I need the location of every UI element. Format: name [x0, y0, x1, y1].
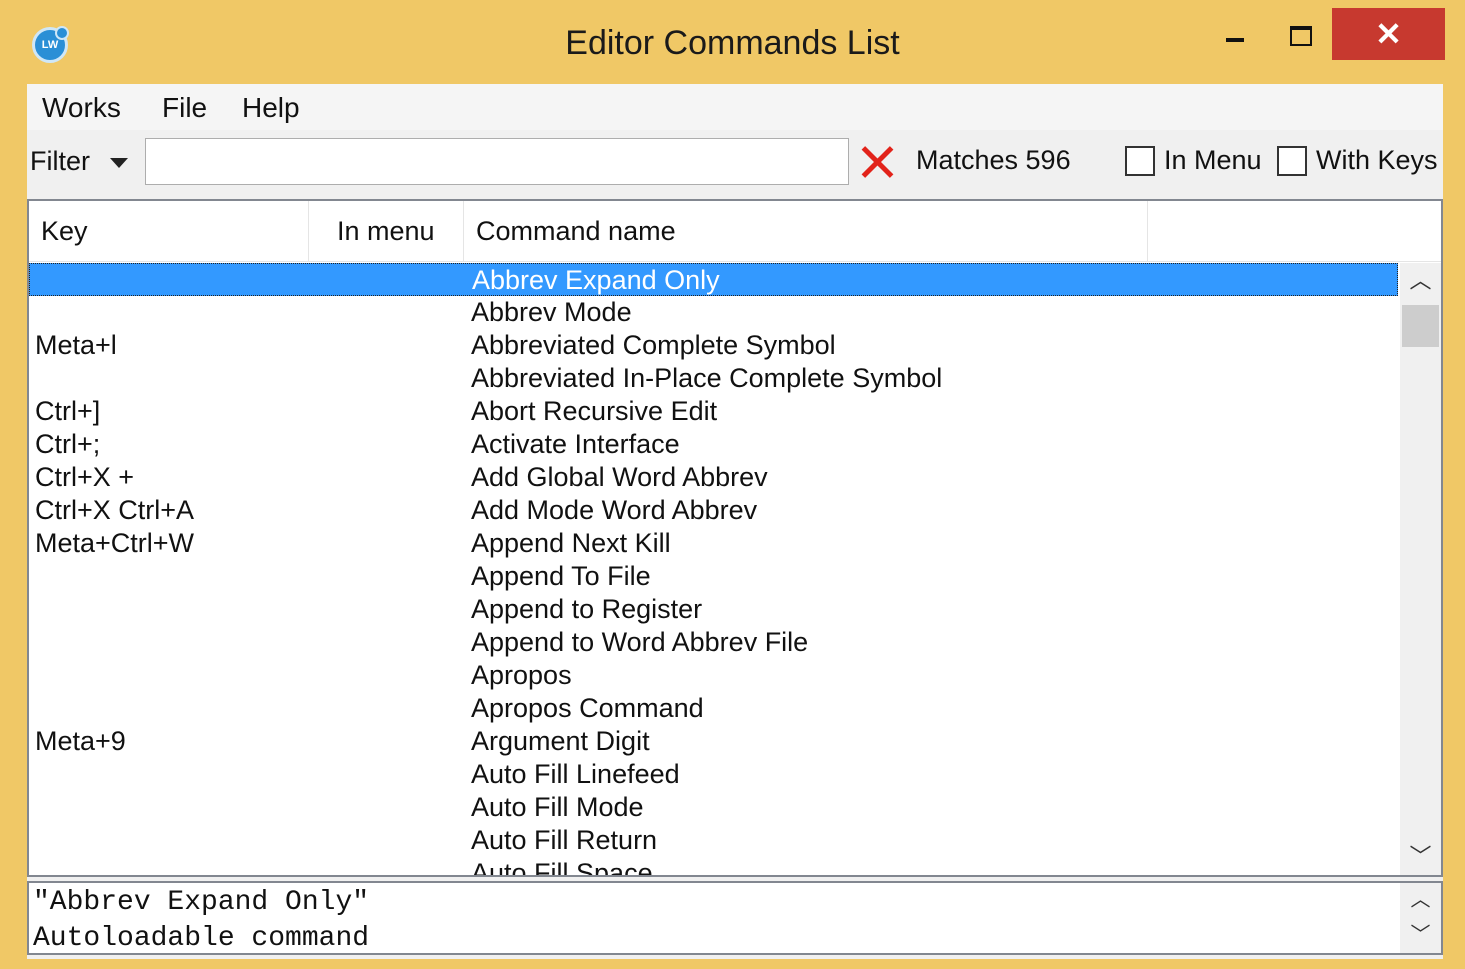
matches-count: Matches 596 [916, 145, 1071, 175]
row-command-name: Abbreviated In-Place Complete Symbol [471, 363, 943, 393]
scroll-down-icon[interactable]: ﹀ [1400, 839, 1441, 875]
description-pane[interactable]: "Abbrev Expand Only" Autoloadable comman… [27, 881, 1443, 955]
row-command-name: Abort Recursive Edit [471, 396, 718, 426]
scroll-down-icon[interactable]: ﹀ [1400, 918, 1441, 953]
row-command-name: Append To File [471, 561, 651, 591]
list-rows: Abbrev Expand Only Abbrev Mode Meta+l Abbre… [29, 263, 1400, 875]
table-row[interactable]: Meta+9 Argument Digit [29, 725, 1398, 758]
client-area: Works File Help Filter Matches 596 In Me… [27, 84, 1443, 959]
table-row[interactable]: Abbrev Expand Only [29, 263, 1398, 296]
close-button[interactable]: ✕ [1332, 8, 1445, 60]
row-command-name: Add Mode Word Abbrev [471, 495, 758, 525]
row-command-name: Apropos Command [471, 693, 704, 723]
table-row[interactable]: Apropos [29, 659, 1398, 692]
in-menu-checkbox[interactable] [1125, 146, 1155, 176]
table-row[interactable]: Append to Word Abbrev File [29, 626, 1398, 659]
row-command-name: Argument Digit [471, 726, 650, 756]
table-row[interactable]: Auto Fill Return [29, 824, 1398, 857]
row-command-name: Apropos [471, 660, 572, 690]
row-command-name: Activate Interface [471, 429, 680, 459]
filter-bar: Filter Matches 596 In Menu With Keys [27, 132, 1443, 194]
menu-bar: Works File Help [27, 84, 1443, 130]
table-row[interactable]: Ctrl+] Abort Recursive Edit [29, 395, 1398, 428]
row-command-name: Auto Fill Space [471, 858, 653, 875]
title-bar[interactable]: LW Editor Commands List ✕ [0, 0, 1465, 84]
column-header-key[interactable]: Key [29, 201, 309, 261]
row-key: Ctrl+X Ctrl+A [35, 495, 195, 525]
clear-filter-icon[interactable] [859, 144, 895, 180]
table-row[interactable]: Abbreviated In-Place Complete Symbol [29, 362, 1398, 395]
list-scrollbar[interactable]: ︿ ﹀ [1400, 263, 1441, 875]
menu-works[interactable]: Works [42, 92, 121, 124]
row-key: Meta+9 [35, 726, 126, 756]
description-line: "Abbrev Expand Only" [33, 887, 370, 918]
with-keys-checkbox[interactable] [1277, 146, 1307, 176]
table-row[interactable]: Auto Fill Space [29, 857, 1398, 875]
table-row[interactable]: Ctrl+X + Add Global Word Abbrev [29, 461, 1398, 494]
row-command-name: Add Global Word Abbrev [471, 462, 768, 492]
table-row[interactable]: Auto Fill Linefeed [29, 758, 1398, 791]
column-header-command-name[interactable]: Command name [464, 201, 1148, 261]
scroll-up-icon[interactable]: ︿ [1400, 263, 1441, 299]
menu-help[interactable]: Help [242, 92, 300, 124]
table-row[interactable]: Ctrl+; Activate Interface [29, 428, 1398, 461]
row-key: Ctrl+] [35, 396, 101, 426]
row-command-name: Append to Word Abbrev File [471, 627, 809, 657]
row-command-name: Append to Register [471, 594, 703, 624]
minimize-button[interactable] [1218, 18, 1252, 56]
editor-commands-window: LW Editor Commands List ✕ Works File Hel… [0, 0, 1465, 969]
commands-list[interactable]: Key In menu Command name Abbrev Expand O… [27, 199, 1443, 877]
table-row[interactable]: Abbrev Mode [29, 296, 1398, 329]
row-key: Ctrl+; [35, 429, 101, 459]
row-command-name: Abbrev Expand Only [472, 265, 720, 295]
row-command-name: Auto Fill Mode [471, 792, 644, 822]
scroll-up-icon[interactable]: ︿ [1400, 883, 1441, 918]
row-key: Ctrl+X + [35, 462, 135, 492]
with-keys-label[interactable]: With Keys [1316, 145, 1438, 176]
row-command-name: Auto Fill Linefeed [471, 759, 680, 789]
table-row[interactable]: Append to Register [29, 593, 1398, 626]
maximize-button[interactable] [1282, 18, 1318, 56]
list-header: Key In menu Command name [29, 201, 1441, 262]
filter-input[interactable] [145, 138, 849, 185]
filter-dropdown-label[interactable]: Filter [30, 146, 90, 177]
table-row[interactable]: Meta+Ctrl+W Append Next Kill [29, 527, 1398, 560]
row-command-name: Abbrev Mode [471, 297, 632, 327]
chevron-down-icon[interactable] [110, 158, 128, 168]
in-menu-label[interactable]: In Menu [1164, 145, 1262, 176]
table-row[interactable]: Apropos Command [29, 692, 1398, 725]
row-command-name: Auto Fill Return [471, 825, 658, 855]
description-line: Autoloadable command [33, 923, 370, 954]
table-row[interactable]: Ctrl+X Ctrl+A Add Mode Word Abbrev [29, 494, 1398, 527]
menu-file[interactable]: File [162, 92, 207, 124]
table-row[interactable]: Meta+l Abbreviated Complete Symbol [29, 329, 1398, 362]
row-command-name: Append Next Kill [471, 528, 671, 558]
row-command-name: Abbreviated Complete Symbol [471, 330, 836, 360]
description-scrollbar[interactable]: ︿ ﹀ [1400, 883, 1441, 953]
table-row[interactable]: Append To File [29, 560, 1398, 593]
row-key: Meta+Ctrl+W [35, 528, 195, 558]
scroll-thumb[interactable] [1402, 305, 1439, 347]
column-header-in-menu[interactable]: In menu [309, 201, 464, 261]
row-key: Meta+l [35, 330, 117, 360]
table-row[interactable]: Auto Fill Mode [29, 791, 1398, 824]
